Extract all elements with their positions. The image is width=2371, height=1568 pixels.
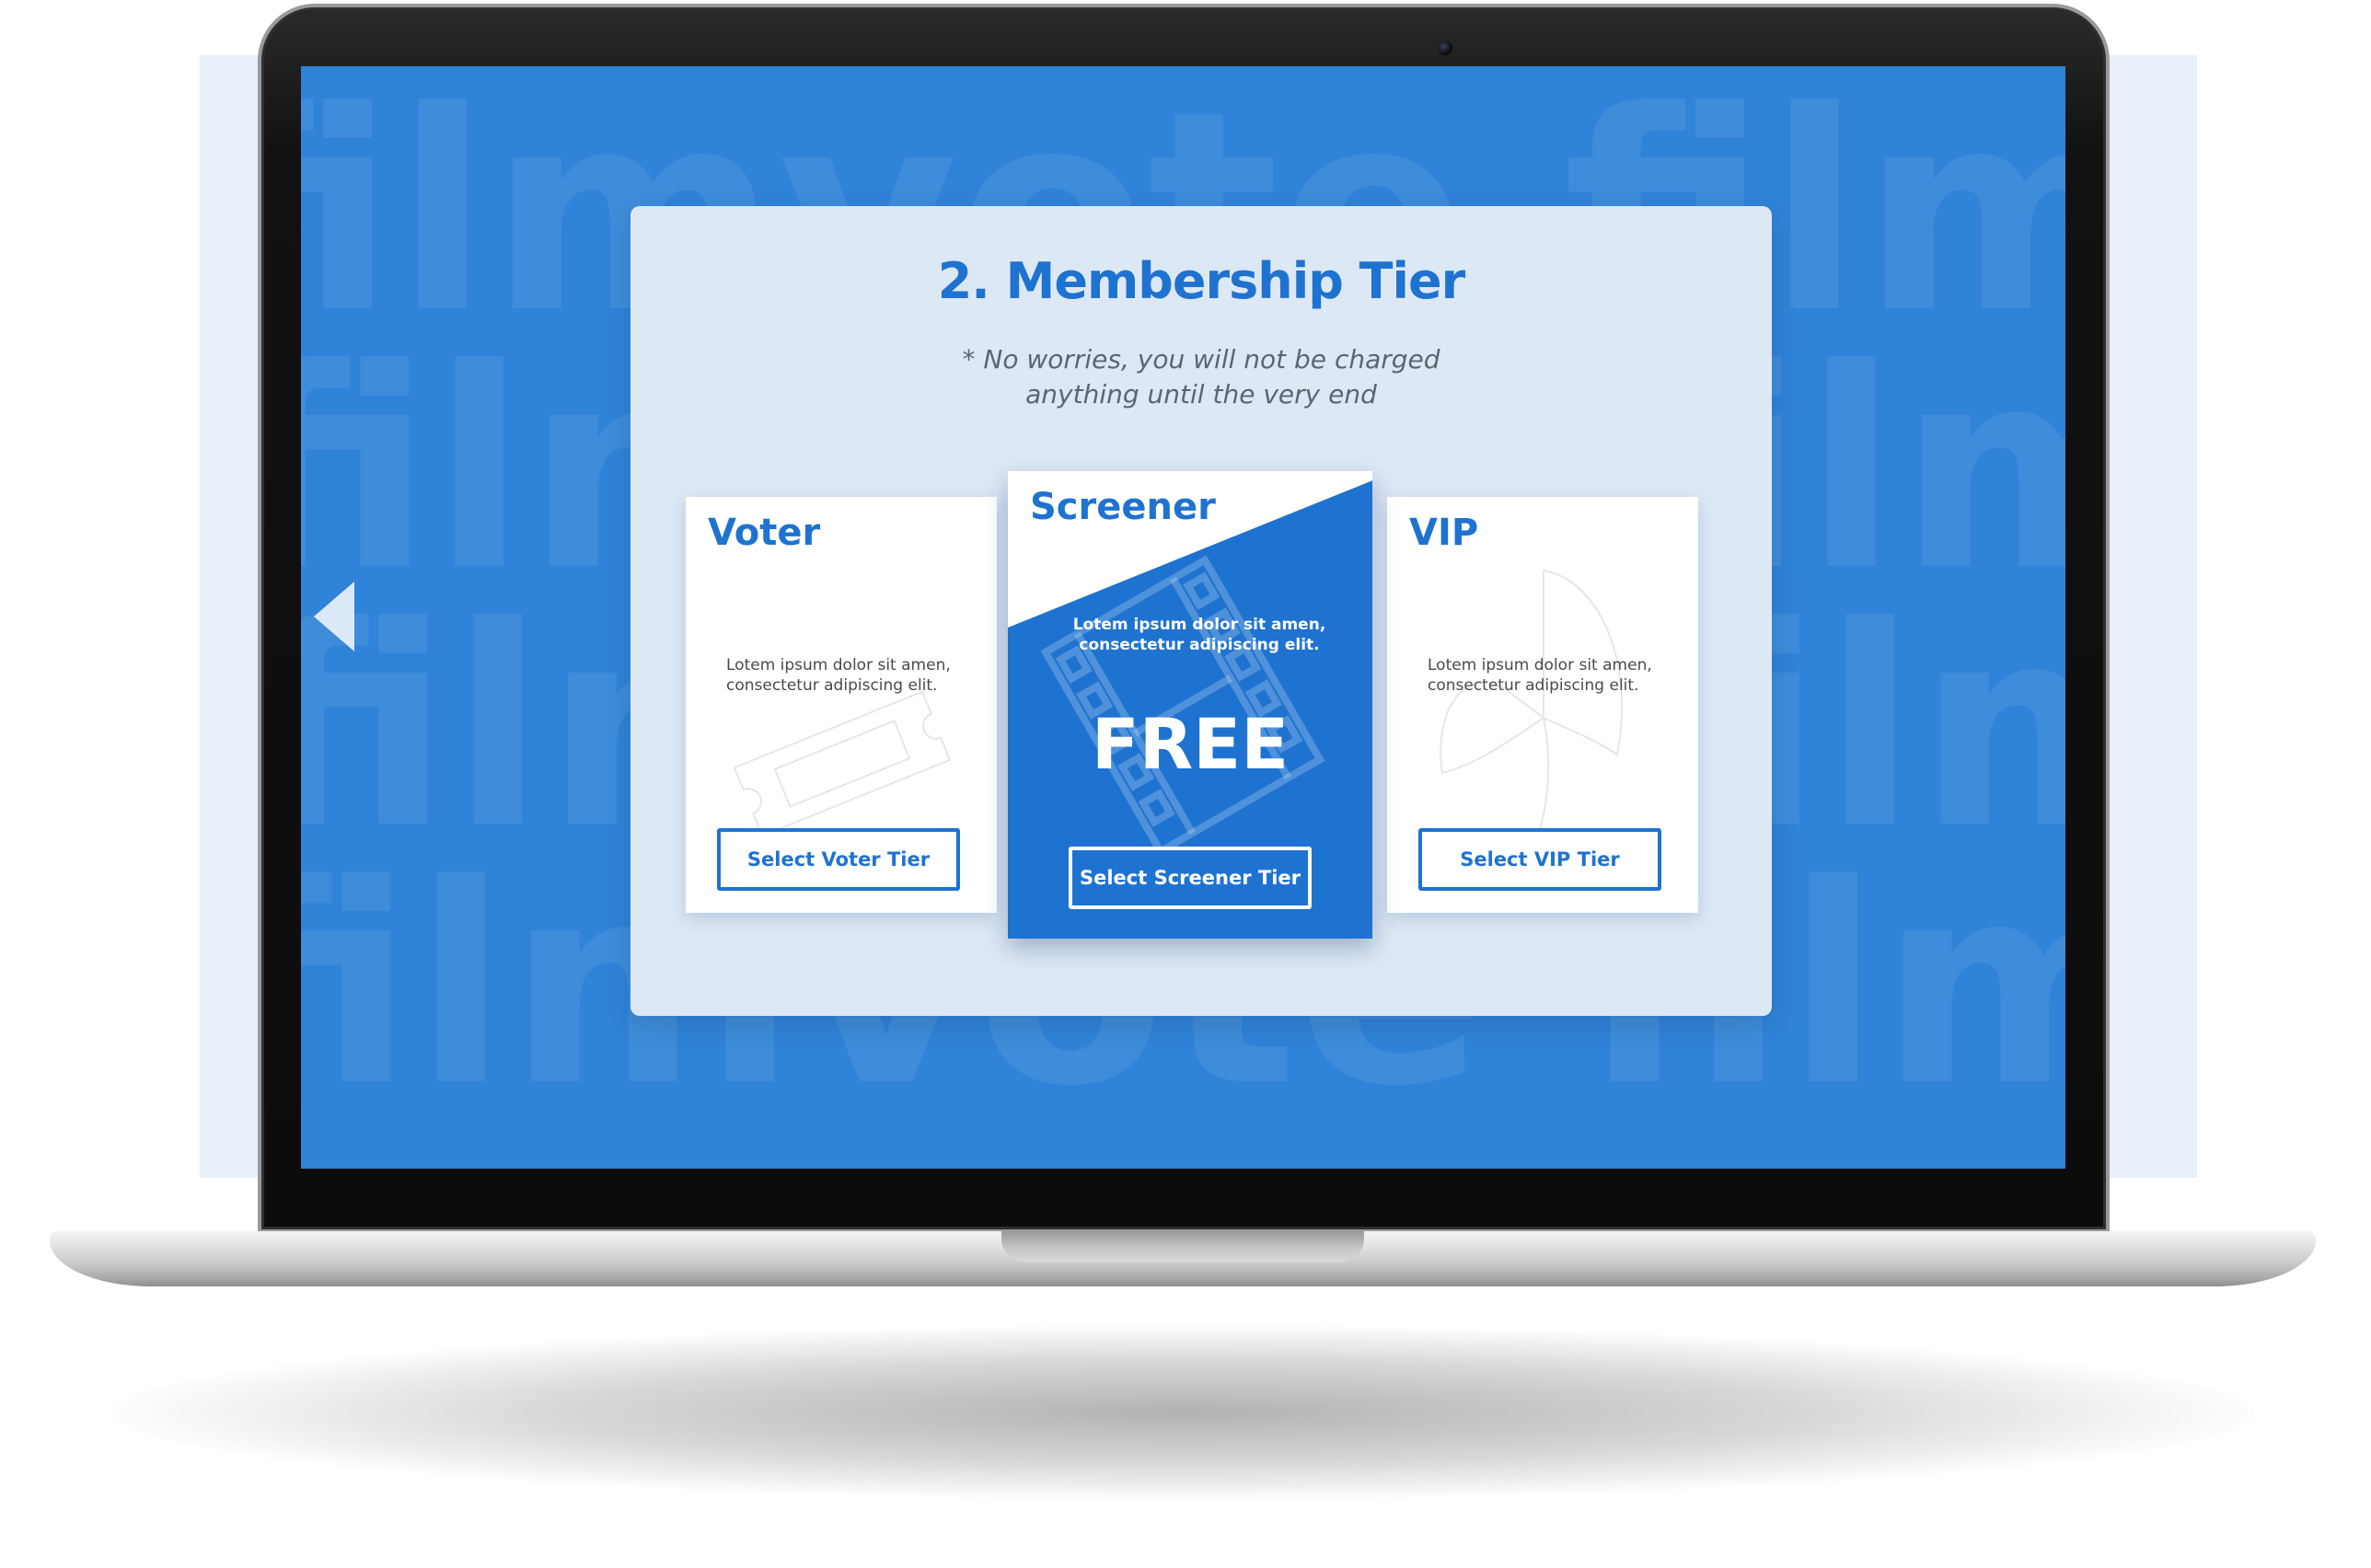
laptop-shadow <box>110 1325 2255 1500</box>
bowtie-icon <box>1440 569 1624 847</box>
tier-card-voter: Voter Lotem ipsum dolor sit amen, consec… <box>686 497 997 913</box>
description-line: consectetur adipiscing elit. <box>1079 636 1320 654</box>
tier-title: VIP <box>1409 512 1479 554</box>
description-line: consectetur adipiscing elit. <box>726 676 938 695</box>
subtitle-line: * No worries, you will not be charged <box>962 344 1440 375</box>
webcam-icon <box>1438 40 1452 55</box>
description-line: Lotem ipsum dolor sit amen, <box>1428 656 1652 674</box>
tier-title: Voter <box>708 512 821 554</box>
tier-price: FREE <box>1091 703 1290 785</box>
laptop-base-notch <box>1001 1231 1364 1262</box>
subtitle-line: anything until the very end <box>1025 379 1377 409</box>
membership-tier-panel: 2. Membership Tier * No worries, you wil… <box>630 206 1772 1016</box>
tier-card-screener: Screener Lotem ipsum dolor sit amen, con… <box>1008 471 1372 939</box>
description-line: Lotem ipsum dolor sit amen, <box>726 656 951 674</box>
page-title: 2. Membership Tier <box>937 252 1466 310</box>
laptop-screen: filmvote filmvote filmvote filmvote film… <box>301 66 2065 1169</box>
select-screener-tier-button[interactable]: Select Screener Tier <box>1069 847 1312 909</box>
tier-description: Lotem ipsum dolor sit amen, consectetur … <box>726 655 984 696</box>
description-line: consectetur adipiscing elit. <box>1428 676 1639 695</box>
select-voter-tier-button[interactable]: Select Voter Tier <box>717 828 960 891</box>
tier-description: Lotem ipsum dolor sit amen, consectetur … <box>1428 655 1685 696</box>
tier-card-vip: VIP Lotem ipsum dolor sit amen, consecte… <box>1387 497 1698 913</box>
tier-description: Lotem ipsum dolor sit amen, consectetur … <box>1070 615 1328 655</box>
description-line: Lotem ipsum dolor sit amen, <box>1072 616 1326 634</box>
page-subtitle: * No worries, you will not be charged an… <box>630 342 1772 412</box>
back-arrow-icon[interactable] <box>314 582 354 651</box>
tier-title: Screener <box>1030 486 1216 528</box>
select-vip-tier-button[interactable]: Select VIP Tier <box>1418 828 1661 891</box>
